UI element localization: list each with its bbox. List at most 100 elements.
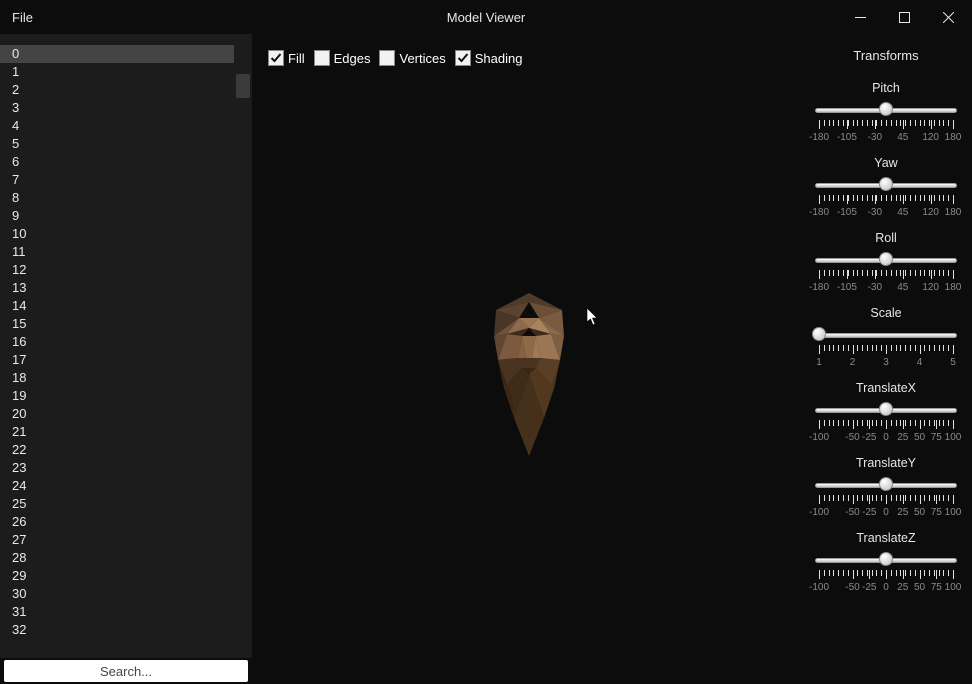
- maximize-icon: [899, 12, 910, 23]
- list-item[interactable]: 2: [0, 81, 234, 99]
- slider-label: Roll: [875, 231, 897, 245]
- slider-track[interactable]: [815, 180, 957, 196]
- window-title: Model Viewer: [0, 10, 972, 25]
- slider-label: Yaw: [874, 156, 897, 170]
- list-item[interactable]: 24: [0, 477, 234, 495]
- list-item[interactable]: 31: [0, 603, 234, 621]
- slider-tick-labels: -100-50-250255075100: [815, 582, 957, 596]
- checkbox-label: Edges: [334, 51, 371, 66]
- slider-label: Scale: [870, 306, 901, 320]
- slider-thumb[interactable]: [879, 102, 893, 116]
- slider-thumb[interactable]: [879, 402, 893, 416]
- panel-title: Transforms: [853, 48, 918, 63]
- list-item[interactable]: 29: [0, 567, 234, 585]
- transforms-panel: Transforms Pitch -180-105-3045120180 Yaw -…: [800, 34, 972, 684]
- translatez-slider-group: TranslateZ -100-50-250255075100: [810, 531, 962, 596]
- list-item[interactable]: 5: [0, 135, 234, 153]
- slider-label: TranslateY: [856, 456, 916, 470]
- slider-thumb[interactable]: [812, 327, 826, 341]
- list-item[interactable]: 20: [0, 405, 234, 423]
- list-item[interactable]: 22: [0, 441, 234, 459]
- list-item[interactable]: 12: [0, 261, 234, 279]
- yaw-slider-group: Yaw -180-105-3045120180: [810, 156, 962, 221]
- viewport[interactable]: Fill Edges Vertices Shading: [252, 34, 800, 684]
- minimize-button[interactable]: [838, 0, 882, 34]
- maximize-button[interactable]: [882, 0, 926, 34]
- translatey-slider-group: TranslateY -100-50-250255075100: [810, 456, 962, 521]
- list-item[interactable]: 30: [0, 585, 234, 603]
- checkbox-label: Vertices: [399, 51, 445, 66]
- slider-label: Pitch: [872, 81, 900, 95]
- list-item[interactable]: 32: [0, 621, 234, 639]
- slider-tick-labels: -100-50-250255075100: [815, 507, 957, 521]
- checkbox-box: [455, 50, 471, 66]
- close-icon: [943, 12, 954, 23]
- list-item[interactable]: 17: [0, 351, 234, 369]
- slider-tick-labels: -100-50-250255075100: [815, 432, 957, 446]
- list-item[interactable]: 4: [0, 117, 234, 135]
- list-item[interactable]: 13: [0, 279, 234, 297]
- render-options: Fill Edges Vertices Shading: [268, 50, 528, 66]
- slider-tick-labels: -180-105-3045120180: [815, 207, 957, 221]
- slider-tick-labels: -180-105-3045120180: [815, 132, 957, 146]
- search-input[interactable]: [4, 660, 248, 682]
- list-item[interactable]: 0: [0, 45, 234, 63]
- shading-checkbox[interactable]: Shading: [455, 50, 523, 66]
- list-item[interactable]: 19: [0, 387, 234, 405]
- slider-track[interactable]: [815, 405, 957, 421]
- edges-checkbox[interactable]: Edges: [314, 50, 371, 66]
- titlebar: File Model Viewer: [0, 0, 972, 34]
- slider-thumb[interactable]: [879, 177, 893, 191]
- scrollbar-thumb[interactable]: [236, 74, 250, 98]
- pitch-slider-group: Pitch -180-105-3045120180: [810, 81, 962, 146]
- vertices-checkbox[interactable]: Vertices: [379, 50, 445, 66]
- file-menu[interactable]: File: [0, 2, 45, 33]
- slider-track[interactable]: [815, 555, 957, 571]
- list-item[interactable]: 7: [0, 171, 234, 189]
- slider-track[interactable]: [815, 480, 957, 496]
- list-item[interactable]: 25: [0, 495, 234, 513]
- translatex-slider-group: TranslateX -100-50-250255075100: [810, 381, 962, 446]
- list-item[interactable]: 28: [0, 549, 234, 567]
- checkbox-box: [314, 50, 330, 66]
- search-wrap: [0, 658, 252, 684]
- mouse-cursor-icon: [586, 308, 600, 326]
- list-item[interactable]: 9: [0, 207, 234, 225]
- slider-thumb[interactable]: [879, 552, 893, 566]
- list-item[interactable]: 1: [0, 63, 234, 81]
- list-item[interactable]: 11: [0, 243, 234, 261]
- checkbox-box: [268, 50, 284, 66]
- slider-label: TranslateZ: [856, 531, 915, 545]
- checkbox-label: Fill: [288, 51, 305, 66]
- model-list[interactable]: 0123456789101112131415161718192021222324…: [0, 34, 252, 658]
- list-item[interactable]: 8: [0, 189, 234, 207]
- roll-slider-group: Roll -180-105-3045120180: [810, 231, 962, 296]
- slider-track[interactable]: [815, 330, 957, 346]
- slider-tick-labels: -180-105-3045120180: [815, 282, 957, 296]
- main: 0123456789101112131415161718192021222324…: [0, 34, 972, 684]
- close-button[interactable]: [926, 0, 970, 34]
- list-item[interactable]: 21: [0, 423, 234, 441]
- slider-label: TranslateX: [856, 381, 916, 395]
- list-item[interactable]: 15: [0, 315, 234, 333]
- slider-track[interactable]: [815, 255, 957, 271]
- model-render: [474, 288, 584, 471]
- minimize-icon: [855, 12, 866, 23]
- slider-track[interactable]: [815, 105, 957, 121]
- fill-checkbox[interactable]: Fill: [268, 50, 305, 66]
- list-item[interactable]: 14: [0, 297, 234, 315]
- list-item[interactable]: 26: [0, 513, 234, 531]
- list-item[interactable]: 27: [0, 531, 234, 549]
- list-item[interactable]: 16: [0, 333, 234, 351]
- checkbox-box: [379, 50, 395, 66]
- checkbox-label: Shading: [475, 51, 523, 66]
- slider-tick-labels: 12345: [815, 357, 957, 371]
- slider-thumb[interactable]: [879, 477, 893, 491]
- slider-thumb[interactable]: [879, 252, 893, 266]
- list-item[interactable]: 23: [0, 459, 234, 477]
- scale-slider-group: Scale 12345: [810, 306, 962, 371]
- list-item[interactable]: 10: [0, 225, 234, 243]
- list-item[interactable]: 6: [0, 153, 234, 171]
- list-item[interactable]: 18: [0, 369, 234, 387]
- list-item[interactable]: 3: [0, 99, 234, 117]
